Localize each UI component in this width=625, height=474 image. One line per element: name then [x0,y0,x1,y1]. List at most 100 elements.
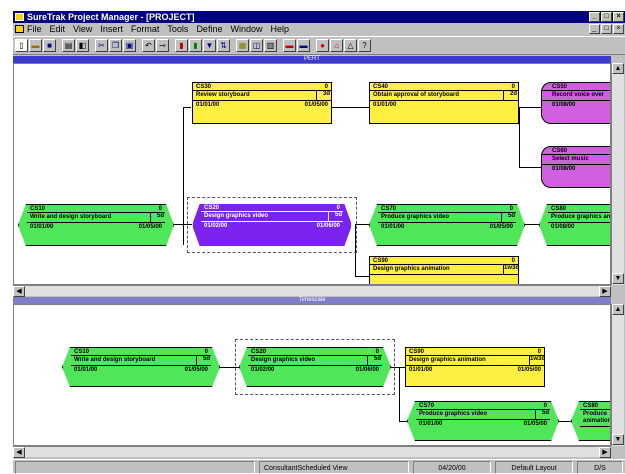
doc-close-button[interactable]: × [613,24,624,34]
menu-bar: File Edit View Insert Format Tools Defin… [13,23,625,35]
early-start: 01/01/00 [419,421,443,427]
activity-name: Design graphics animation [406,356,530,365]
new-icon[interactable]: ▯ [15,39,28,52]
activity-name: Write and design storyboard [71,356,197,365]
activity-box[interactable]: CS90 0 Design graphics animation 1w3d 01/0… [405,347,545,387]
activity-name: Produce graphics video [416,410,536,419]
status-project: ConsultantScheduled View [259,461,409,474]
minimize-button[interactable]: _ [589,12,600,22]
cut-icon[interactable]: ✂ [95,39,108,52]
activity-box[interactable]: CS10 0 Write and design storyboard 5d 01/0… [18,204,174,246]
activity-duration: 1w3d [504,265,520,271]
close-button[interactable]: × [613,12,624,22]
connector-line [332,107,370,108]
activity-duration: 2d [509,91,517,97]
scroll-down-arrow[interactable]: ▼ [612,273,624,284]
connector-line [519,107,520,167]
scroll-right-arrow[interactable]: ▶ [599,286,611,297]
attach-icon[interactable]: ▬ [297,39,310,52]
scroll-up-arrow[interactable]: ▲ [612,304,624,315]
timescale-view[interactable]: CS10 0 Write and design storyboard 5d 01/0… [13,304,611,446]
activity-box[interactable]: CS70 0 Produce graphics video 5d 01/01/00 0… [407,401,559,441]
bookmark-icon[interactable]: △ [344,39,357,52]
progress-icon[interactable]: ▬ [283,39,296,52]
activity-id: CS70 [419,403,435,409]
activity-name: Produce animation [580,410,611,426]
connector-line [399,367,400,421]
activity-box[interactable]: CS70 0 Produce graphics video 5d 01/01/00 0… [369,204,525,246]
menu-tools[interactable]: Tools [167,23,188,35]
toolbar: ▯ ▬ ■ ▤ ◧ ✂ ❐ ▣ ↶ ⊸ ▮ ▮ ▼ ⇅ ▦ ◫ ▥ ▬ ▬ ● … [13,36,625,55]
pert-pane-header: PERT [13,56,611,63]
activity-name: Design graphics animation [370,265,504,274]
pert-horizontal-scrollbar[interactable]: ◀ ▶ [13,285,611,297]
timescale-pane-header: Timescale [13,297,611,304]
level-icon[interactable]: ▥ [264,39,277,52]
copy-icon[interactable]: ❐ [109,39,122,52]
scroll-left-arrow[interactable]: ◀ [13,447,25,458]
connector-line [355,224,369,225]
menu-insert[interactable]: Insert [100,23,123,35]
organize-icon[interactable]: ▦ [236,39,249,52]
timescale-vertical-scrollbar[interactable]: ▲ ▼ [611,304,624,446]
tool-icon[interactable]: ⌂ [330,39,343,52]
help-icon[interactable]: ? [358,39,371,52]
activity-box[interactable]: CS50 Record voice over 01/08/00 [541,82,610,124]
activity-box-selected[interactable]: CS20 0 Design graphics video 5d 01/02/00 01… [192,203,352,247]
filter-icon[interactable]: ▼ [203,39,216,52]
record-icon[interactable]: ● [316,39,329,52]
menu-define[interactable]: Define [196,23,222,35]
scroll-right-arrow[interactable]: ▶ [599,447,611,458]
early-start: 01/01/00 [30,224,54,230]
menu-file[interactable]: File [27,23,42,35]
menu-help[interactable]: Help [270,23,289,35]
zoom-in-icon[interactable]: ▮ [175,39,188,52]
undo-icon[interactable]: ↶ [142,39,155,52]
zoom-out-icon[interactable]: ▮ [189,39,202,52]
activity-box[interactable]: CS80 Produce animation [571,401,611,441]
timescale-horizontal-scrollbar[interactable]: ◀ ▶ [13,446,611,458]
activity-duration: 5d [541,410,549,416]
document-icon[interactable] [15,25,24,33]
app-icon[interactable] [15,13,24,21]
link-icon[interactable]: ⊸ [156,39,169,52]
activity-id: CS60 [552,148,568,154]
menu-window[interactable]: Window [230,23,262,35]
activity-box[interactable]: CS10 0 Write and design storyboard 5d 01/0… [62,347,220,387]
doc-restore-button[interactable]: □ [601,24,612,34]
save-icon[interactable]: ■ [43,39,56,52]
pert-vertical-scrollbar[interactable]: ▲ ▼ [611,63,624,285]
paste-icon[interactable]: ▣ [123,39,136,52]
activity-id: CS90 [409,349,425,355]
early-finish: 01/05/00 [517,367,541,373]
activity-id: CS90 [373,258,389,264]
maximize-button[interactable]: □ [601,12,612,22]
connector-line [355,276,369,277]
activity-box[interactable]: CS40 0 Obtain approval of storyboard 2d 01… [369,82,519,124]
connector-line [559,421,571,422]
title-bar[interactable]: SureTrak Project Manager - [PROJECT] _ □… [13,11,625,23]
open-icon[interactable]: ▬ [29,39,42,52]
schedule-icon[interactable]: ◫ [250,39,263,52]
menu-format[interactable]: Format [131,23,160,35]
connector-line [519,107,541,108]
print-icon[interactable]: ▤ [62,39,75,52]
pert-view[interactable]: CS10 0 Write and design storyboard 5d 01/0… [13,63,611,285]
activity-duration: 5d [507,213,515,219]
activity-duration: 5d [373,356,381,362]
menu-view[interactable]: View [73,23,92,35]
activity-box[interactable]: CS60 Select music 01/08/00 [541,146,610,188]
scroll-up-arrow[interactable]: ▲ [612,63,624,74]
activity-box[interactable]: CS80 Produce graphics animation 01/08/00 [539,204,611,246]
scroll-left-arrow[interactable]: ◀ [13,286,25,297]
activity-box[interactable]: CS90 0 Design graphics animation 1w3d [369,256,520,284]
sort-icon[interactable]: ⇅ [217,39,230,52]
activity-box[interactable]: CS20 0 Design graphics video 5d 01/02/00 01… [239,347,391,387]
preview-icon[interactable]: ◧ [76,39,89,52]
activity-box[interactable]: CS30 0 Review storyboard 3d 01/01/00 01/05/… [192,82,332,124]
menu-edit[interactable]: Edit [50,23,66,35]
scroll-down-arrow[interactable]: ▼ [612,434,624,445]
doc-minimize-button[interactable]: _ [589,24,600,34]
early-start: 01/01/00 [196,102,220,108]
activity-name: Review storyboard [193,91,317,100]
